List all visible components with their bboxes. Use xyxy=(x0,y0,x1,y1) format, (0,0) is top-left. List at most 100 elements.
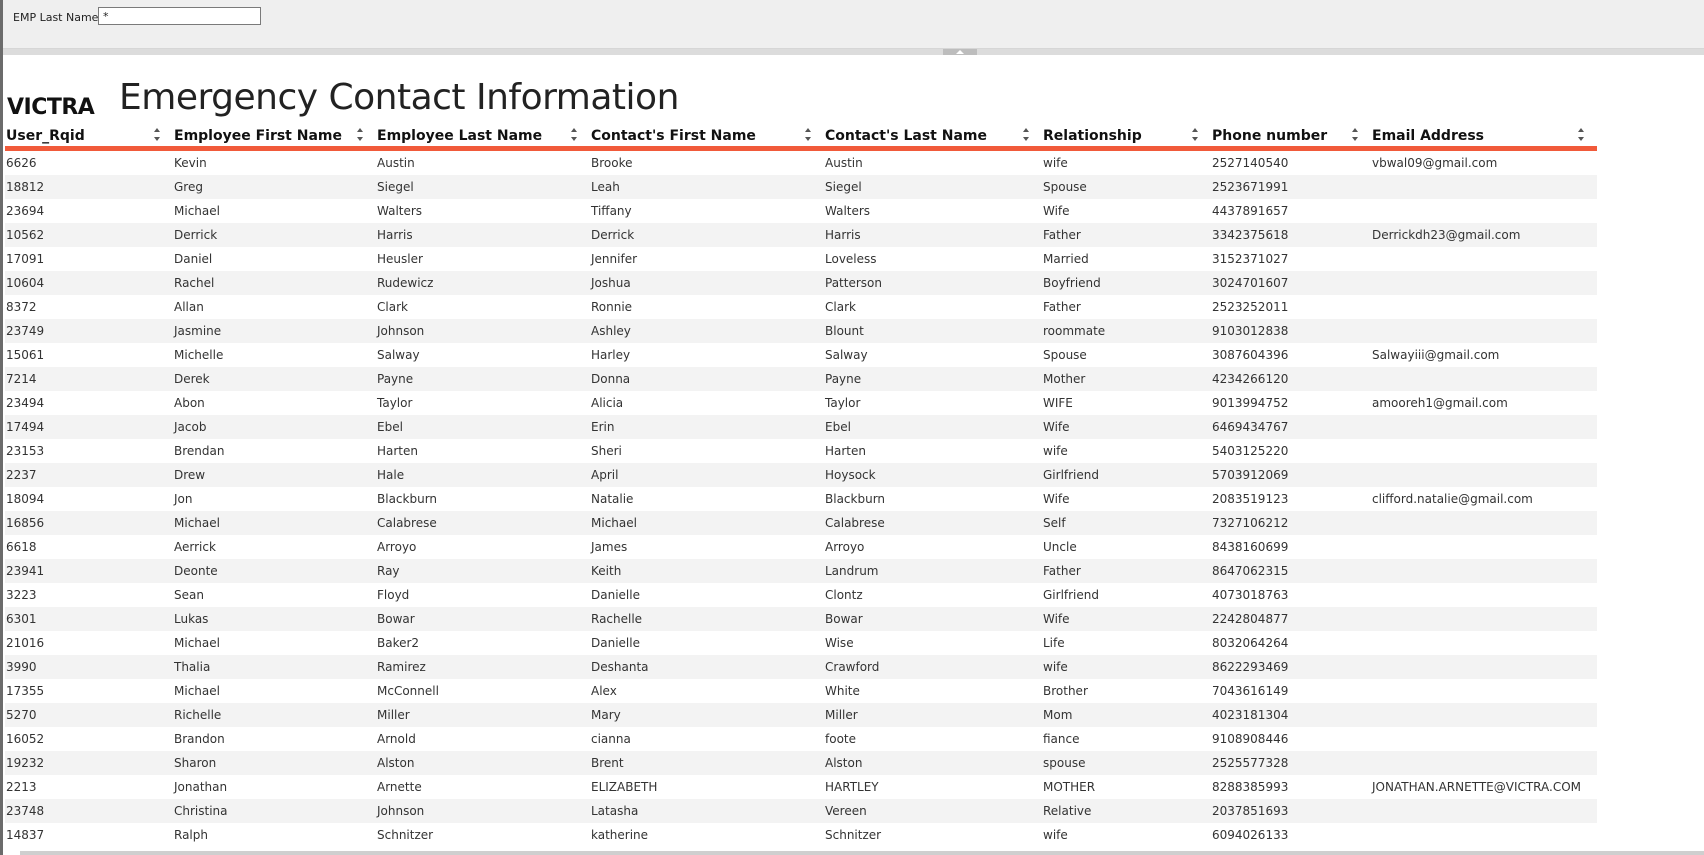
cell-employee-last-name: Walters xyxy=(377,204,423,218)
column-header-contact-last-name[interactable]: Contact's Last Name xyxy=(824,125,1042,151)
column-header-employee-first-name[interactable]: Employee First Name xyxy=(173,125,376,151)
cell-employee-last-name: Salway xyxy=(377,348,420,362)
sort-icon[interactable] xyxy=(571,128,578,141)
cell-email-address xyxy=(1371,319,1597,343)
cell-employee-first-name: Greg xyxy=(173,175,376,199)
cell-relationship: Life xyxy=(1043,636,1065,650)
cell-employee-first-name: Deonte xyxy=(173,559,376,583)
cell-contact-last-name: Salway xyxy=(825,348,868,362)
cell-email-address: vbwal09@gmail.com xyxy=(1372,156,1498,170)
column-header-user-rqid[interactable]: User_Rqid xyxy=(5,125,173,151)
cell-employee-last-name: Payne xyxy=(376,367,590,391)
cell-user-rqid: 15061 xyxy=(6,348,45,362)
cell-contact-first-name: ELIZABETH xyxy=(591,780,658,794)
column-header-relationship[interactable]: Relationship xyxy=(1042,125,1211,151)
cell-relationship: Father xyxy=(1042,223,1211,247)
cell-contact-first-name: Deshanta xyxy=(590,655,824,679)
cell-employee-first-name: Jacob xyxy=(173,415,376,439)
cell-user-rqid: 16856 xyxy=(5,511,173,535)
cell-user-rqid: 2213 xyxy=(6,780,37,794)
table-row: 19232 Sharon Alston Brent Alston spouse 252557… xyxy=(5,751,1597,775)
cell-phone-number: 9103012838 xyxy=(1211,319,1371,343)
sort-icon[interactable] xyxy=(357,128,364,141)
cell-relationship: roommate xyxy=(1042,319,1211,343)
cell-email-address xyxy=(1371,799,1597,823)
parameter-splitter[interactable] xyxy=(3,49,1704,55)
cell-email-address xyxy=(1371,199,1597,223)
sort-icon[interactable] xyxy=(154,128,161,141)
cell-relationship: Brother xyxy=(1043,684,1088,698)
cell-phone-number: 6094026133 xyxy=(1212,828,1289,842)
horizontal-scrollbar[interactable] xyxy=(20,851,1704,855)
cell-employee-last-name: Rudewicz xyxy=(376,271,590,295)
cell-user-rqid: 16052 xyxy=(6,732,45,746)
cell-user-rqid: 17494 xyxy=(5,415,173,439)
cell-contact-first-name: James xyxy=(591,540,628,554)
table-row: 3223 Sean Floyd Danielle Clontz Girlfriend 407… xyxy=(5,583,1597,607)
cell-user-rqid: 7214 xyxy=(5,367,173,391)
cell-employee-last-name: Siegel xyxy=(376,175,590,199)
sort-icon[interactable] xyxy=(1352,128,1359,141)
cell-email-address xyxy=(1371,511,1597,535)
cell-employee-first-name: Michael xyxy=(173,511,376,535)
victra-logo: VICTRA xyxy=(7,95,95,116)
sort-icon[interactable] xyxy=(1578,128,1585,141)
table-row: 17091 Daniel Heusler Jennifer Loveless Marrie… xyxy=(5,247,1597,271)
cell-contact-last-name: Clark xyxy=(825,300,856,314)
table-row: 8372 Allan Clark Ronnie Clark Father 252325201… xyxy=(5,295,1597,319)
cell-user-rqid: 14837 xyxy=(6,828,45,842)
cell-contact-last-name: Calabrese xyxy=(824,511,1042,535)
cell-employee-last-name: Baker2 xyxy=(377,636,420,650)
cell-employee-last-name: Calabrese xyxy=(376,511,590,535)
collapse-parameters-button[interactable] xyxy=(943,49,977,55)
chevron-up-icon xyxy=(956,50,964,54)
cell-phone-number: 8032064264 xyxy=(1212,636,1289,650)
cell-contact-first-name: cianna xyxy=(591,732,631,746)
sort-icon[interactable] xyxy=(805,128,812,141)
cell-relationship: wife xyxy=(1042,655,1211,679)
sort-icon[interactable] xyxy=(1023,128,1030,141)
column-header-employee-last-name[interactable]: Employee Last Name xyxy=(376,125,590,151)
cell-employee-last-name: Bowar xyxy=(376,607,590,631)
cell-employee-first-name: Michelle xyxy=(174,348,224,362)
column-header-contact-first-name[interactable]: Contact's First Name xyxy=(590,125,824,151)
cell-employee-last-name: Harris xyxy=(376,223,590,247)
cell-user-rqid: 2237 xyxy=(5,463,173,487)
cell-contact-last-name: Harris xyxy=(824,223,1042,247)
cell-email-address: clifford.natalie@gmail.com xyxy=(1372,492,1533,506)
cell-employee-last-name: Blackburn xyxy=(377,492,438,506)
cell-user-rqid: 8372 xyxy=(6,300,37,314)
cell-contact-first-name: Leah xyxy=(590,175,824,199)
cell-contact-last-name: Walters xyxy=(825,204,871,218)
table-row: 17355 Michael McConnell Alex White Brother 704… xyxy=(5,679,1597,703)
cell-contact-first-name: Derrick xyxy=(590,223,824,247)
cell-contact-last-name: Loveless xyxy=(825,252,877,266)
table-row: 5270 Richelle Miller Mary Miller Mom 402318130… xyxy=(5,703,1597,727)
cell-user-rqid: 18812 xyxy=(5,175,173,199)
cell-contact-last-name: Clontz xyxy=(825,588,863,602)
table-row: 16856 Michael Calabrese Michael Calabrese Sel… xyxy=(5,511,1597,535)
table-row: 23153 Brendan Harten Sheri Harten wife 5403125… xyxy=(5,439,1597,463)
column-header-phone-number[interactable]: Phone number xyxy=(1211,125,1371,151)
column-header-email-address[interactable]: Email Address xyxy=(1371,125,1597,151)
cell-relationship: wife xyxy=(1043,828,1068,842)
cell-contact-last-name: Austin xyxy=(825,156,863,170)
table-row: 23494 Abon Taylor Alicia Taylor WIFE 901399475… xyxy=(5,391,1597,415)
cell-contact-last-name: Landrum xyxy=(824,559,1042,583)
emp-last-name-label: EMP Last Name xyxy=(13,11,99,24)
cell-user-rqid: 23694 xyxy=(6,204,45,218)
cell-employee-first-name: Kevin xyxy=(174,156,207,170)
sort-icon[interactable] xyxy=(1192,128,1199,141)
cell-user-rqid: 10604 xyxy=(5,271,173,295)
cell-phone-number: 2037851693 xyxy=(1211,799,1371,823)
cell-contact-last-name: foote xyxy=(825,732,856,746)
table-row: 6618 Aerrick Arroyo James Arroyo Uncle 8438160… xyxy=(5,535,1597,559)
cell-email-address xyxy=(1371,607,1597,631)
report-title: Emergency Contact Information xyxy=(119,77,679,118)
emp-last-name-input[interactable] xyxy=(98,7,261,25)
cell-relationship: Married xyxy=(1043,252,1089,266)
cell-user-rqid: 23941 xyxy=(5,559,173,583)
cell-relationship: Wife xyxy=(1042,607,1211,631)
cell-employee-last-name: Heusler xyxy=(377,252,423,266)
cell-employee-first-name: Derek xyxy=(173,367,376,391)
